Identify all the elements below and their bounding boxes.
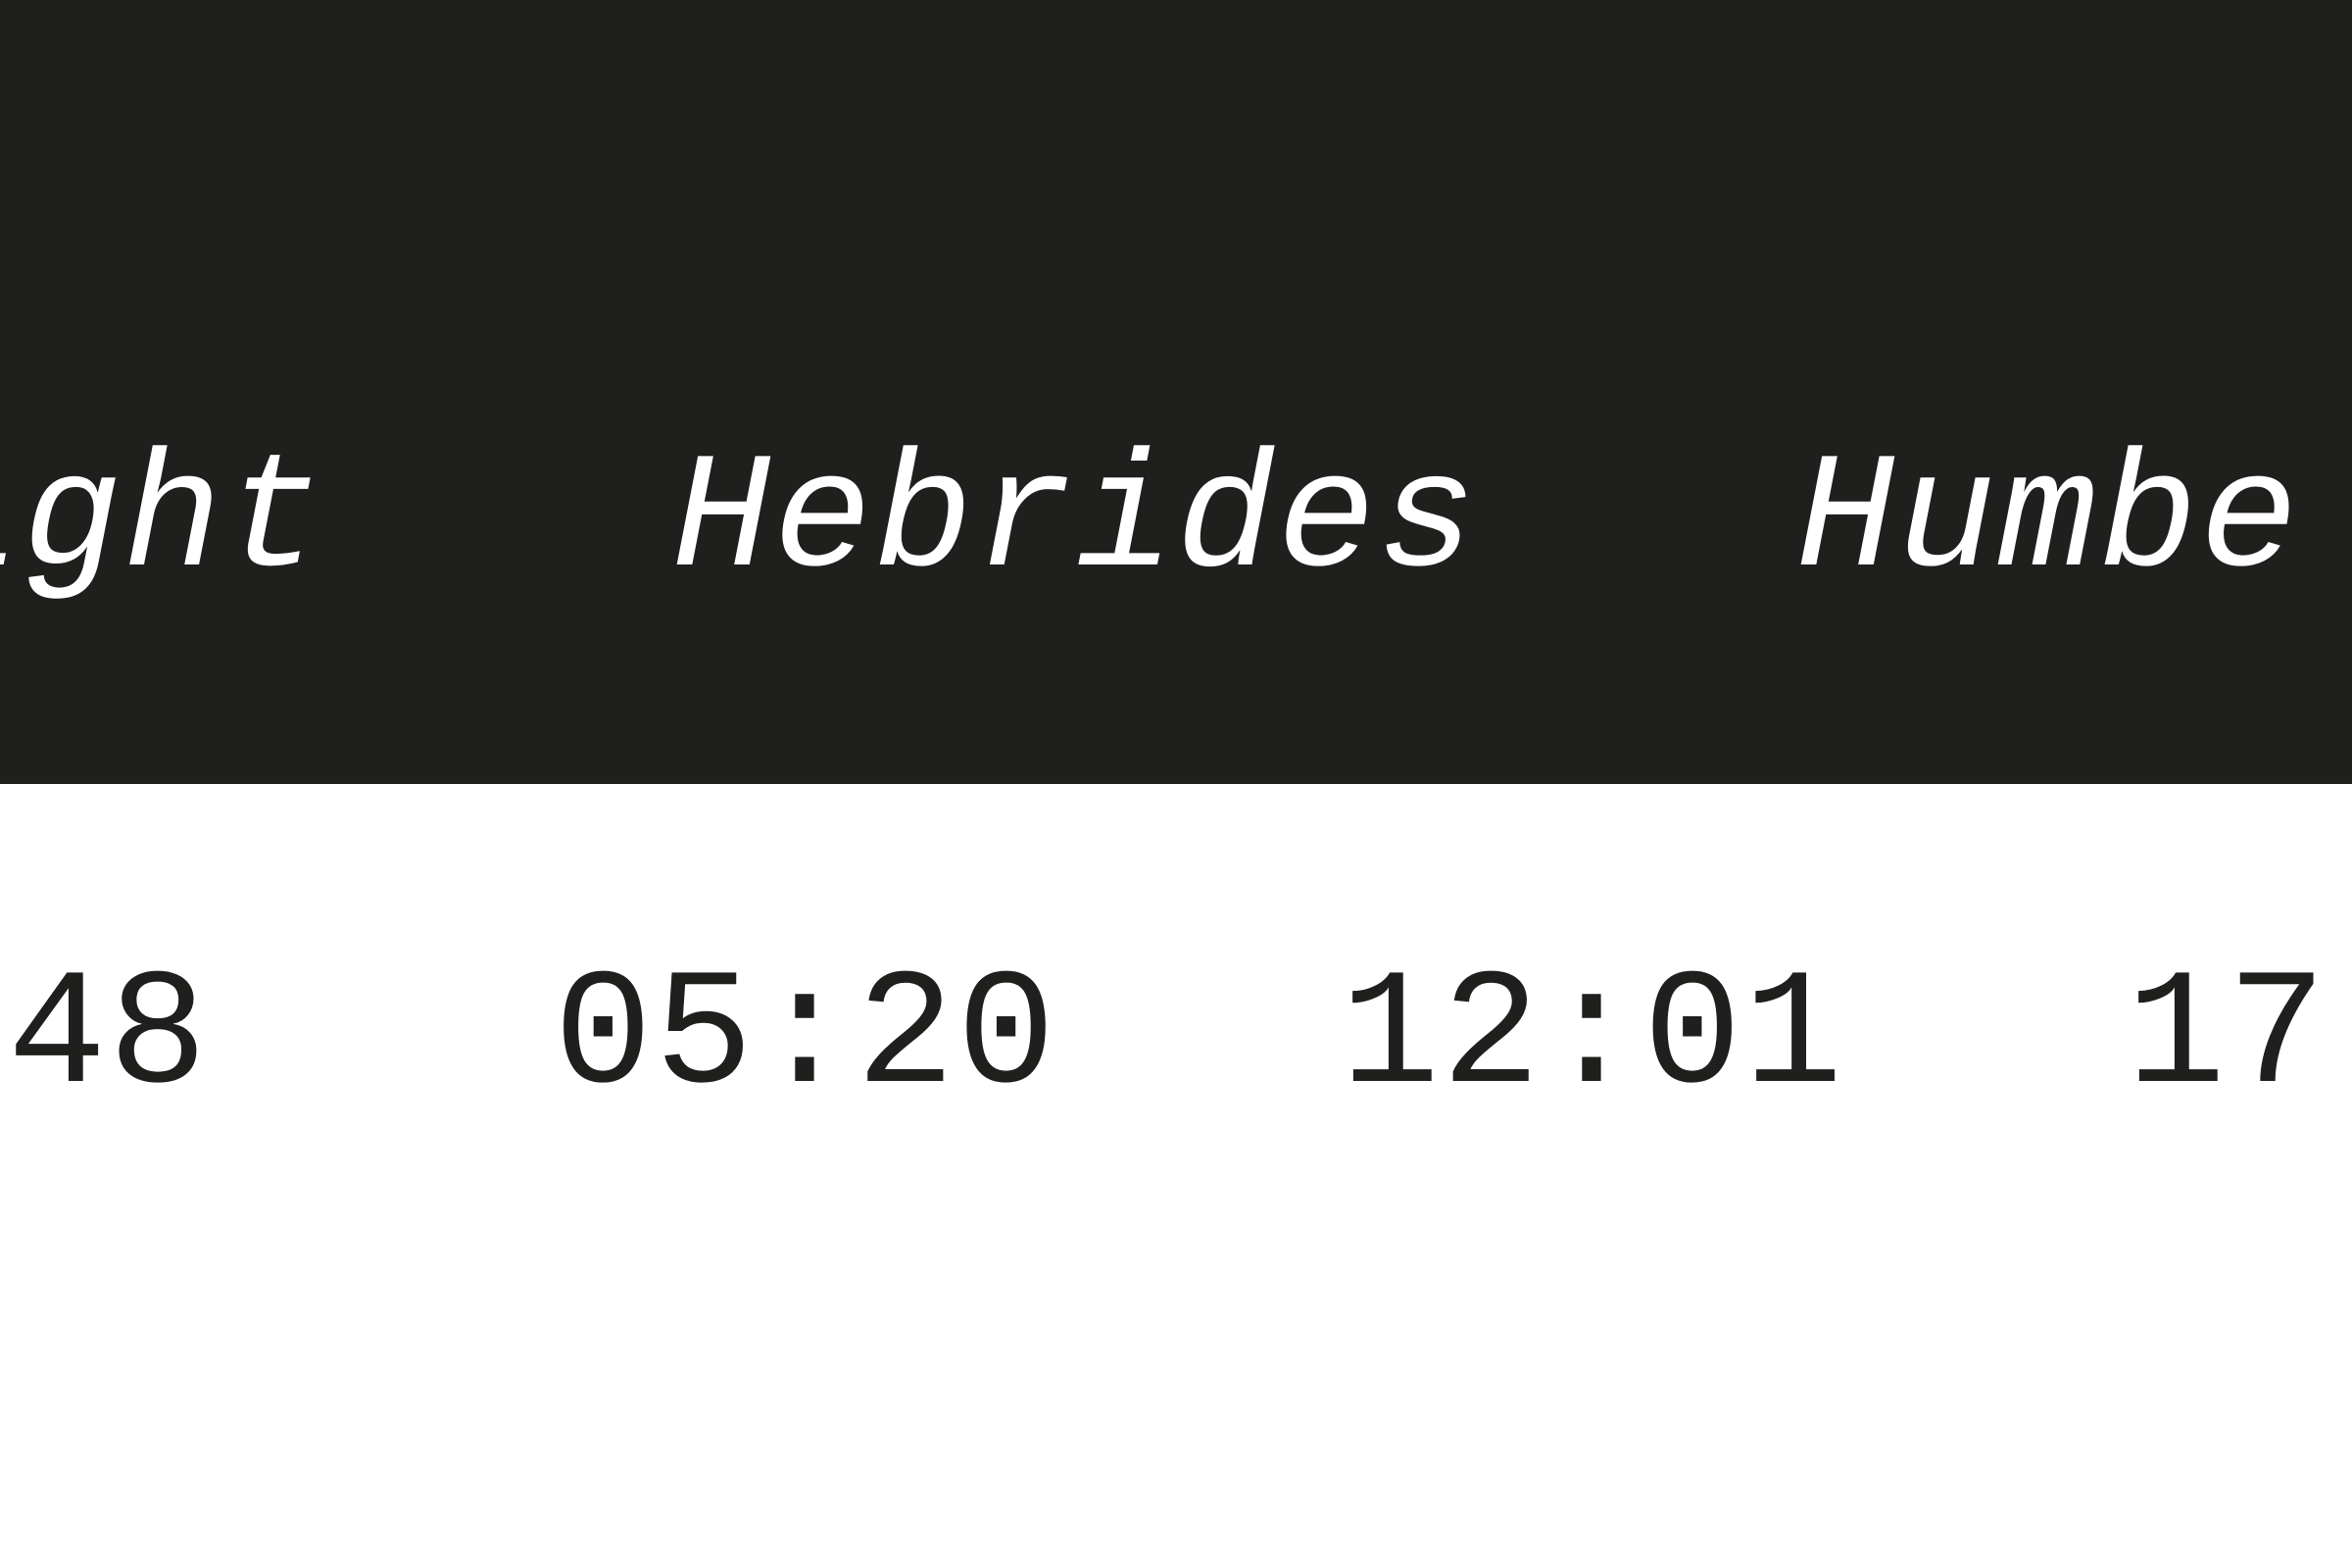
time-band: :48 05:20 12:01 17 [0,784,2352,1568]
time-0520: 05:20 [554,945,1058,1131]
word-humber-partial: Humbe [1796,428,2301,614]
time-partial-17: 17 [2127,945,2328,1131]
word-hebrides: Hebrides [672,428,1479,614]
word-band: ight Hebrides Humbe [0,0,2352,784]
time-1201: 12:01 [1341,945,1845,1131]
word-light-partial: ight [0,428,325,614]
time-partial-48: :48 [0,945,210,1131]
